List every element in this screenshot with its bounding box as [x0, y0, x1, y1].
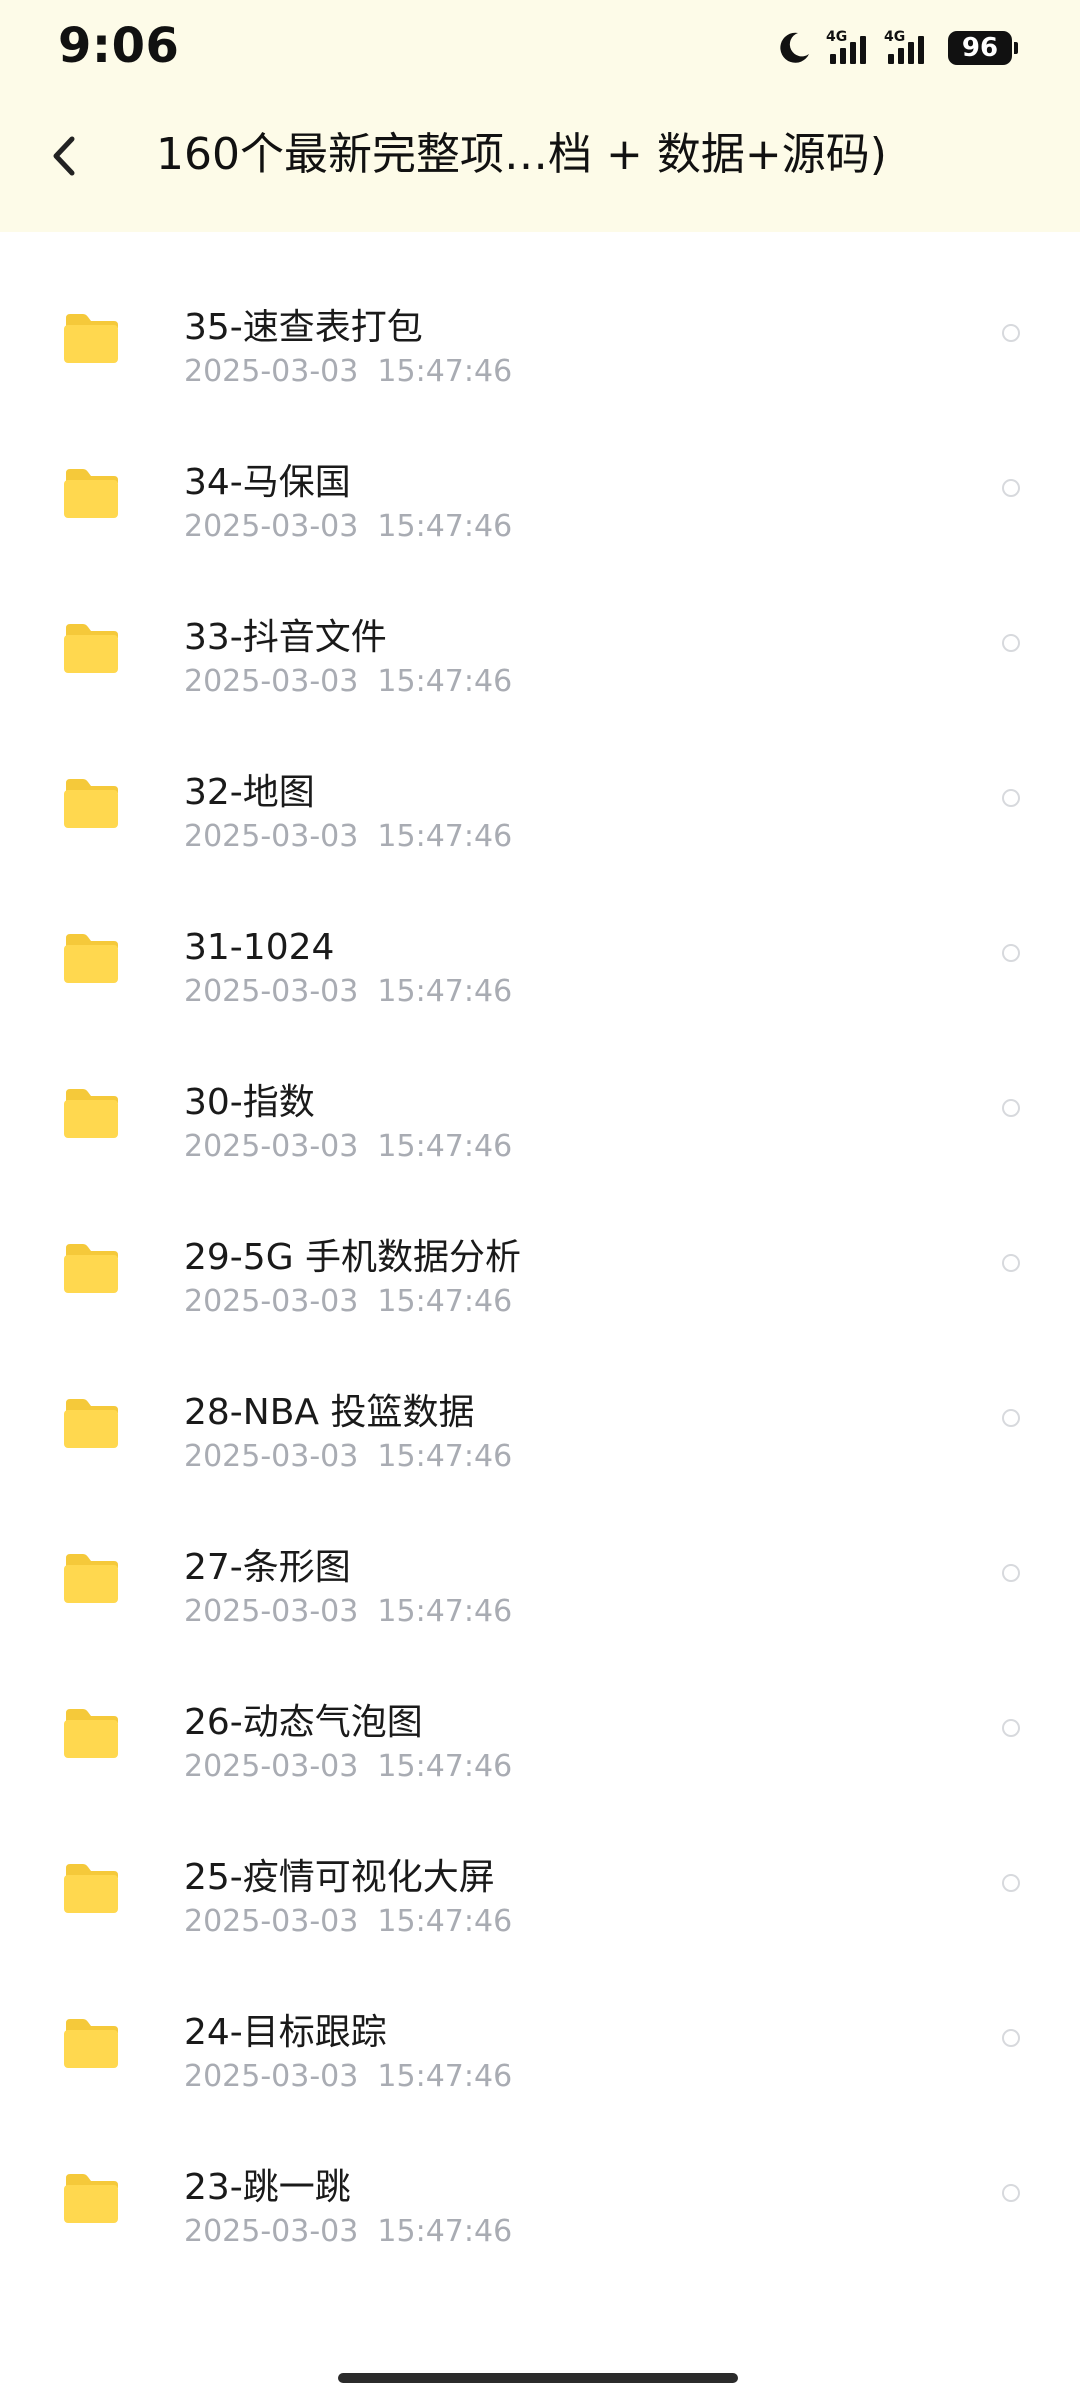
- folder-date: 2025-03-03 15:47:46: [184, 819, 513, 854]
- folder-date: 2025-03-03 15:47:46: [184, 2214, 513, 2249]
- battery-level: 96: [961, 33, 999, 63]
- list-item[interactable]: 33-抖音文件 2025-03-03 15:47:46: [0, 582, 1080, 737]
- list-item[interactable]: 30-指数 2025-03-03 15:47:46: [0, 1047, 1080, 1202]
- select-radio[interactable]: [1002, 1564, 1020, 1582]
- select-radio[interactable]: [1002, 1099, 1020, 1117]
- folder-name: 27-条形图: [184, 1547, 351, 1588]
- select-radio[interactable]: [1002, 789, 1020, 807]
- list-item[interactable]: 26-动态气泡图 2025-03-03 15:47:46: [0, 1667, 1080, 1822]
- folder-name: 33-抖音文件: [184, 617, 387, 658]
- folder-name: 35-速查表打包: [184, 307, 423, 348]
- folder-name: 31-1024: [184, 927, 335, 968]
- folder-date: 2025-03-03 15:47:46: [184, 1129, 513, 1164]
- folder-name: 24-目标跟踪: [184, 2012, 387, 2053]
- folder-name: 28-NBA 投篮数据: [184, 1392, 475, 1433]
- list-item[interactable]: 23-跳一跳 2025-03-03 15:47:46: [0, 2132, 1080, 2287]
- status-time: 9:06: [58, 18, 180, 74]
- folder-name: 23-跳一跳: [184, 2167, 351, 2208]
- folder-icon: [64, 1709, 118, 1758]
- folder-icon: [64, 779, 118, 828]
- folder-name: 32-地图: [184, 772, 315, 813]
- folder-date: 2025-03-03 15:47:46: [184, 354, 513, 389]
- folder-name: 29-5G 手机数据分析: [184, 1237, 522, 1278]
- folder-icon: [64, 624, 118, 673]
- folder-date: 2025-03-03 15:47:46: [184, 1749, 513, 1784]
- folder-icon: [64, 1864, 118, 1913]
- battery-tip: [1014, 42, 1018, 54]
- select-radio[interactable]: [1002, 1719, 1020, 1737]
- folder-icon: [64, 1399, 118, 1448]
- folder-date: 2025-03-03 15:47:46: [184, 1284, 513, 1319]
- file-list: 36-动态图表2025-03-03 15:47:4635-速查表打包2025-0…: [0, 117, 1080, 2287]
- folder-icon: [64, 469, 118, 518]
- list-item[interactable]: 31-1024 2025-03-03 15:47:46: [0, 892, 1080, 1047]
- select-radio[interactable]: [1002, 944, 1020, 962]
- folder-date: 2025-03-03 15:47:46: [184, 1594, 513, 1629]
- do-not-disturb-moon-icon: [780, 32, 809, 63]
- select-radio[interactable]: [1002, 1409, 1020, 1427]
- list-item[interactable]: 34-马保国 2025-03-03 15:47:46: [0, 427, 1080, 582]
- folder-name: 30-指数: [184, 1082, 315, 1123]
- folder-icon: [64, 1554, 118, 1603]
- folder-date: 2025-03-03 15:47:46: [184, 509, 513, 544]
- folder-name: 25-疫情可视化大屏: [184, 1857, 495, 1898]
- list-item[interactable]: 24-目标跟踪 2025-03-03 15:47:46: [0, 1977, 1080, 2132]
- folder-date: 2025-03-03 15:47:46: [184, 1904, 513, 1939]
- list-item[interactable]: 29-5G 手机数据分析 2025-03-03 15:47:46: [0, 1202, 1080, 1357]
- select-radio[interactable]: [1002, 1874, 1020, 1892]
- signal-bars-2-icon: [888, 36, 924, 64]
- folder-icon: [64, 934, 118, 983]
- title-bar: 160个最新完整项…档 + 数据+源码): [0, 95, 1080, 232]
- top-area: 9:06 4G 4G 96 160个最新完整项…档 + 数据+源码): [0, 0, 1080, 232]
- signal-bars-1-icon: [830, 36, 866, 64]
- folder-date: 2025-03-03 15:47:46: [184, 664, 513, 699]
- select-radio[interactable]: [1002, 324, 1020, 342]
- folder-name: 26-动态气泡图: [184, 1702, 423, 1743]
- select-radio[interactable]: [1002, 2184, 1020, 2202]
- battery-icon: 96: [948, 31, 1012, 65]
- folder-icon: [64, 314, 118, 363]
- folder-icon: [64, 2019, 118, 2068]
- select-radio[interactable]: [1002, 479, 1020, 497]
- list-item[interactable]: 32-地图 2025-03-03 15:47:46: [0, 737, 1080, 892]
- select-radio[interactable]: [1002, 634, 1020, 652]
- list-item[interactable]: 35-速查表打包 2025-03-03 15:47:46: [0, 272, 1080, 427]
- home-indicator[interactable]: [338, 2373, 738, 2383]
- folder-date: 2025-03-03 15:47:46: [184, 2059, 513, 2094]
- list-item[interactable]: 27-条形图 2025-03-03 15:47:46: [0, 1512, 1080, 1667]
- signal-2: 4G: [884, 30, 934, 66]
- status-bar: 9:06 4G 4G 96: [0, 0, 1080, 95]
- select-radio[interactable]: [1002, 1254, 1020, 1272]
- signal-1: 4G: [826, 30, 876, 66]
- list-item[interactable]: 25-疫情可视化大屏 2025-03-03 15:47:46: [0, 1822, 1080, 1977]
- folder-name: 34-马保国: [184, 462, 351, 503]
- list-item[interactable]: 28-NBA 投篮数据 2025-03-03 15:47:46: [0, 1357, 1080, 1512]
- select-radio[interactable]: [1002, 2029, 1020, 2047]
- folder-icon: [64, 1244, 118, 1293]
- page-title: 160个最新完整项…档 + 数据+源码): [156, 129, 887, 180]
- folder-icon: [64, 1089, 118, 1138]
- back-arrow-icon[interactable]: [44, 131, 84, 181]
- status-icons: 4G 4G 96: [776, 28, 1018, 68]
- folder-icon: [64, 2174, 118, 2223]
- folder-date: 2025-03-03 15:47:46: [184, 974, 513, 1009]
- folder-date: 2025-03-03 15:47:46: [184, 1439, 513, 1474]
